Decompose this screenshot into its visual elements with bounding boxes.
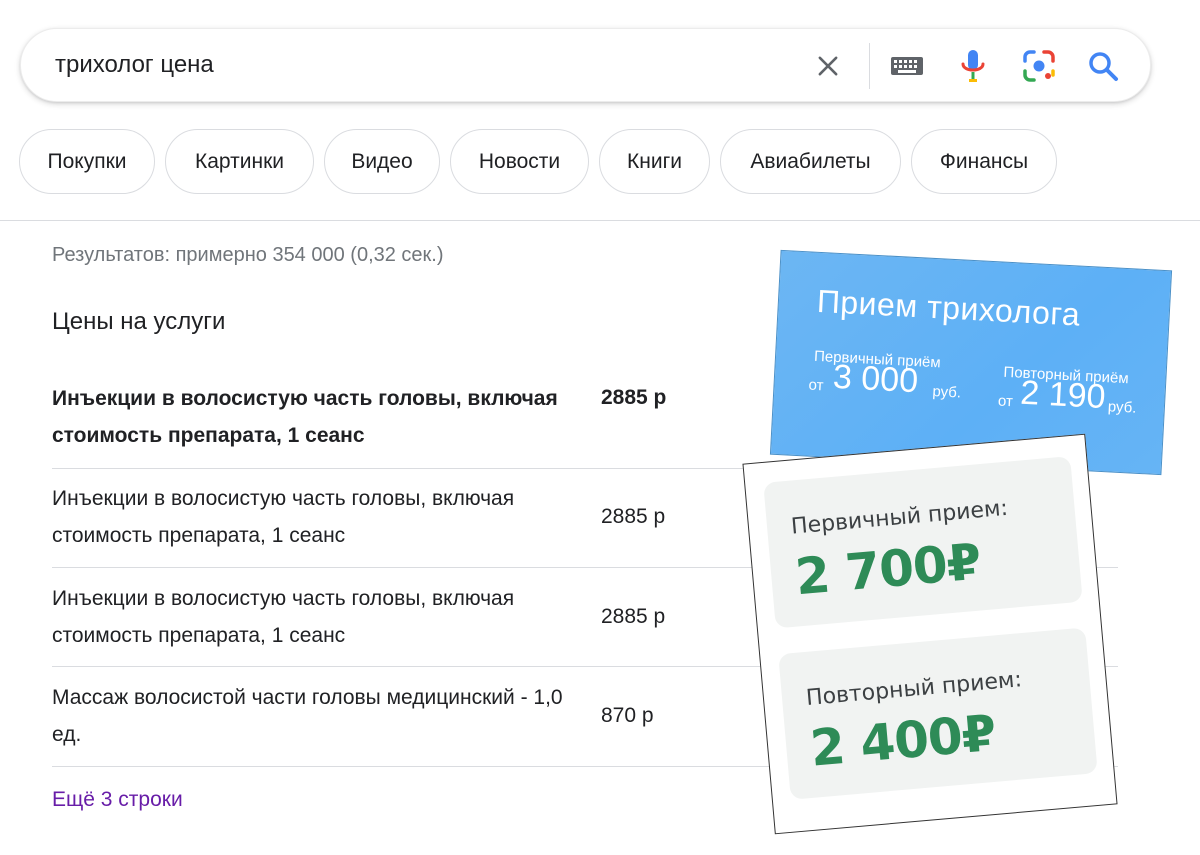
row-price: 2885 р xyxy=(601,386,667,409)
search-divider xyxy=(869,43,870,89)
lens-camera-icon[interactable] xyxy=(1021,48,1057,84)
trichologist-price-image-white: Первичный прием: 2 700₽ Повторный прием:… xyxy=(742,433,1118,835)
repeat-visit-unit: руб. xyxy=(1107,398,1137,417)
row-price: 2885 р xyxy=(601,505,666,528)
search-input[interactable]: трихолог цена xyxy=(55,51,214,79)
row-service-name: Массаж волосистой части головы медицинск… xyxy=(52,686,563,746)
chip-news[interactable]: Новости xyxy=(450,129,589,194)
microphone-icon[interactable] xyxy=(955,48,991,84)
repeat-visit-price: 2 190 xyxy=(1019,373,1107,417)
result-stats: Результатов: примерно 354 000 (0,32 сек.… xyxy=(52,244,444,266)
first-visit-unit: руб. xyxy=(931,383,962,402)
header-divider xyxy=(0,220,1200,221)
row-service-name: Инъекции в волосистую часть головы, вклю… xyxy=(52,487,515,547)
row-service-name: Инъекции в волосистую часть головы, вклю… xyxy=(52,387,558,447)
chip-finance[interactable]: Финансы xyxy=(911,129,1057,194)
first-visit-price: 3 000 xyxy=(832,357,920,401)
section-title: Цены на услуги xyxy=(52,308,226,335)
more-rows-link[interactable]: Ещё 3 строки xyxy=(52,788,183,812)
keyboard-icon[interactable] xyxy=(889,48,925,84)
chip-images[interactable]: Картинки xyxy=(165,129,314,194)
blue-card-title: Прием трихолога xyxy=(816,282,1082,333)
chip-books[interactable]: Книги xyxy=(599,129,710,194)
row-price: 2885 р xyxy=(601,605,666,628)
repeat-visit-box: Повторный прием: 2 400₽ xyxy=(778,627,1098,800)
clear-icon[interactable] xyxy=(810,48,846,84)
search-bar[interactable]: трихолог цена xyxy=(20,28,1151,102)
trichologist-price-image-blue: Прием трихолога Первичный приём от 3 000… xyxy=(769,249,1173,476)
repeat-visit-box-price: 2 400₽ xyxy=(808,703,998,778)
first-visit-box: Первичный прием: 2 700₽ xyxy=(763,456,1083,629)
first-visit-from: от xyxy=(808,376,824,395)
row-price: 870 р xyxy=(601,704,654,727)
chip-shopping[interactable]: Покупки xyxy=(19,129,155,194)
chip-flights[interactable]: Авиабилеты xyxy=(720,129,901,194)
row-service-name: Инъекции в волосистую часть головы, вклю… xyxy=(52,587,515,647)
repeat-visit-from: от xyxy=(997,392,1014,411)
chip-video[interactable]: Видео xyxy=(324,129,440,194)
first-visit-box-price: 2 700₽ xyxy=(793,532,983,607)
search-icon[interactable] xyxy=(1085,48,1121,84)
